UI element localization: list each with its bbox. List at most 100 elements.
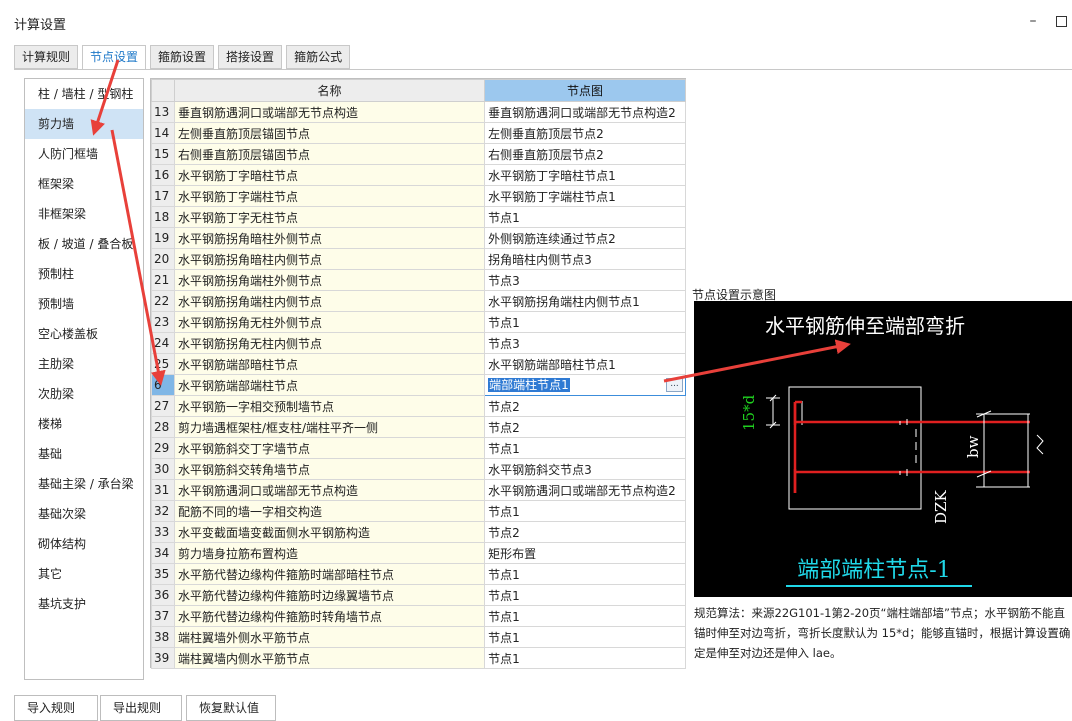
table-row[interactable]: 20 水平钢筋拐角暗柱内侧节点 拐角暗柱内侧节点3 (151, 248, 686, 270)
sidebar-item-slab[interactable]: 板 / 坡道 / 叠合板 (25, 229, 143, 259)
name-column-header[interactable]: 名称 (173, 79, 486, 102)
table-row[interactable]: 37 水平筋代替边缘构件箍筋时转角墙节点 节点1 (151, 605, 686, 627)
row-node[interactable]: 拐角暗柱内侧节点3 (484, 248, 686, 270)
row-index: 28 (151, 416, 175, 438)
tab-lap-settings[interactable]: 搭接设置 (218, 45, 283, 69)
minimize-button[interactable]: – (1022, 10, 1044, 32)
table-row[interactable]: 13 垂直钢筋遇洞口或端部无节点构造 垂直钢筋遇洞口或端部无节点构造2 (151, 101, 686, 123)
row-index: 27 (151, 395, 175, 417)
maximize-icon (1055, 16, 1067, 27)
row-name: 水平钢筋拐角无柱内侧节点 (173, 332, 486, 354)
row-name: 水平变截面墙变截面侧水平钢筋构造 (173, 521, 486, 543)
sidebar-item-civil-defense-door-wall[interactable]: 人防门框墙 (25, 139, 143, 169)
tab-node-settings[interactable]: 节点设置 (82, 45, 147, 70)
table-row[interactable]: 36 水平筋代替边缘构件箍筋时边缘翼墙节点 节点1 (151, 584, 686, 606)
row-node[interactable]: 节点2 (484, 416, 686, 438)
node-cell-value[interactable]: 端部端柱节点1 (488, 378, 570, 392)
sidebar-item-non-frame-beam[interactable]: 非框架梁 (25, 199, 143, 229)
row-node[interactable]: 水平钢筋丁字端柱节点1 (484, 185, 686, 207)
row-node[interactable]: 节点1 (484, 584, 686, 606)
row-index: 20 (151, 248, 175, 270)
row-node[interactable]: 水平钢筋丁字暗柱节点1 (484, 164, 686, 186)
row-node[interactable]: 节点1 (484, 500, 686, 522)
title-bar: 计算设置 – (0, 0, 1072, 40)
row-node[interactable]: 右侧垂直筋顶层节点2 (484, 143, 686, 165)
row-name: 水平筋代替边缘构件箍筋时边缘翼墙节点 (173, 584, 486, 606)
row-node[interactable]: 矩形布置 (484, 542, 686, 564)
tab-calc-rules[interactable]: 计算规则 (14, 45, 79, 69)
row-node[interactable]: 外侧钢筋连续通过节点2 (484, 227, 686, 249)
import-rules-button[interactable]: 导入规则 (14, 695, 98, 721)
table-row[interactable]: 30 水平钢筋斜交转角墙节点 水平钢筋斜交节点3 (151, 458, 686, 480)
row-node[interactable]: 垂直钢筋遇洞口或端部无节点构造2 (484, 101, 686, 123)
sidebar-item-stairs[interactable]: 楼梯 (25, 409, 143, 439)
table-row[interactable]: 14 左侧垂直筋顶层锚固节点 左侧垂直筋顶层节点2 (151, 122, 686, 144)
row-name: 水平钢筋一字相交预制墙节点 (173, 395, 486, 417)
table-row[interactable]: 16 水平钢筋丁字暗柱节点 水平钢筋丁字暗柱节点1 (151, 164, 686, 186)
table-row[interactable]: 22 水平钢筋拐角端柱内侧节点 水平钢筋拐角端柱内侧节点1 (151, 290, 686, 312)
row-node[interactable]: 左侧垂直筋顶层节点2 (484, 122, 686, 144)
maximize-button[interactable] (1050, 10, 1072, 32)
table-row[interactable]: 18 水平钢筋丁字无柱节点 节点1 (151, 206, 686, 228)
export-rules-button[interactable]: 导出规则 (100, 695, 182, 721)
table-row[interactable]: 27 水平钢筋一字相交预制墙节点 节点2 (151, 395, 686, 417)
sidebar-item-hollow-slab[interactable]: 空心楼盖板 (25, 319, 143, 349)
table-row[interactable]: 15 右侧垂直筋顶层锚固节点 右侧垂直筋顶层节点2 (151, 143, 686, 165)
node-diagram-drawing: 水平钢筋伸至端部弯折 bw 15*d DZK 端部端柱节点-1 (740, 314, 1044, 587)
sidebar-item-pit-support[interactable]: 基坑支护 (25, 589, 143, 619)
row-node[interactable]: 节点2 (484, 395, 686, 417)
row-node[interactable]: 节点1 (484, 311, 686, 333)
table-row[interactable]: 35 水平筋代替边缘构件箍筋时端部暗柱节点 节点1 (151, 563, 686, 585)
node-column-header[interactable]: 节点图 (484, 79, 686, 102)
sidebar-item-foundation[interactable]: 基础 (25, 439, 143, 469)
row-index: 30 (151, 458, 175, 480)
row-node[interactable]: 水平钢筋拐角端柱内侧节点1 (484, 290, 686, 312)
table-row[interactable]: 23 水平钢筋拐角无柱外侧节点 节点1 (151, 311, 686, 333)
sidebar-item-main-rib-beam[interactable]: 主肋梁 (25, 349, 143, 379)
row-node[interactable]: 水平钢筋斜交节点3 (484, 458, 686, 480)
table-row[interactable]: 17 水平钢筋丁字端柱节点 水平钢筋丁字端柱节点1 (151, 185, 686, 207)
table-row[interactable]: 25 水平钢筋端部暗柱节点 水平钢筋端部暗柱节点1 (151, 353, 686, 375)
row-node[interactable]: 水平钢筋遇洞口或端部无节点构造2 (484, 479, 686, 501)
table-row[interactable]: 38 端柱翼墙外侧水平筋节点 节点1 (151, 626, 686, 648)
table-row[interactable]: 21 水平钢筋拐角端柱外侧节点 节点3 (151, 269, 686, 291)
sidebar-item-other[interactable]: 其它 (25, 559, 143, 589)
sidebar-item-shear-wall[interactable]: 剪力墙 (25, 109, 143, 139)
sidebar-item-secondary-rib-beam[interactable]: 次肋梁 (25, 379, 143, 409)
sidebar-item-frame-beam[interactable]: 框架梁 (25, 169, 143, 199)
row-node[interactable]: 节点1 (484, 626, 686, 648)
sidebar-item-precast-column[interactable]: 预制柱 (25, 259, 143, 289)
table-row[interactable]: 31 水平钢筋遇洞口或端部无节点构造 水平钢筋遇洞口或端部无节点构造2 (151, 479, 686, 501)
table-row[interactable]: 24 水平钢筋拐角无柱内侧节点 节点3 (151, 332, 686, 354)
row-index: 36 (151, 584, 175, 606)
table-row[interactable]: 32 配筋不同的墙一字相交构造 节点1 (151, 500, 686, 522)
row-node[interactable]: 节点3 (484, 269, 686, 291)
table-row[interactable]: 39 端柱翼墙内侧水平筋节点 节点1 (151, 647, 686, 669)
row-node[interactable]: 水平钢筋端部暗柱节点1 (484, 353, 686, 375)
tab-stirrup-settings[interactable]: 箍筋设置 (150, 45, 215, 69)
restore-defaults-button[interactable]: 恢复默认值 (186, 695, 276, 721)
table-row-selected[interactable]: 6 水平钢筋端部端柱节点 端部端柱节点1... (151, 374, 686, 396)
row-name: 水平钢筋拐角端柱内侧节点 (173, 290, 486, 312)
ellipsis-button[interactable]: ... (666, 378, 683, 392)
node-cell-editor[interactable]: 端部端柱节点1... (484, 374, 686, 396)
table-row[interactable]: 19 水平钢筋拐角暗柱外侧节点 外侧钢筋连续通过节点2 (151, 227, 686, 249)
row-node[interactable]: 节点1 (484, 605, 686, 627)
table-row[interactable]: 33 水平变截面墙变截面侧水平钢筋构造 节点2 (151, 521, 686, 543)
row-node[interactable]: 节点1 (484, 437, 686, 459)
row-node[interactable]: 节点1 (484, 206, 686, 228)
sidebar-item-column[interactable]: 柱 / 墙柱 / 型钢柱 (25, 79, 143, 109)
sidebar-item-foundation-main-beam[interactable]: 基础主梁 / 承台梁 (25, 469, 143, 499)
table-row[interactable]: 29 水平钢筋斜交丁字墙节点 节点1 (151, 437, 686, 459)
table-row[interactable]: 34 剪力墙身拉筋布置构造 矩形布置 (151, 542, 686, 564)
tab-stirrup-formula[interactable]: 箍筋公式 (286, 45, 351, 69)
table-row[interactable]: 28 剪力墙遇框架柱/框支柱/端柱平齐一侧 节点2 (151, 416, 686, 438)
sidebar-item-foundation-secondary-beam[interactable]: 基础次梁 (25, 499, 143, 529)
row-node[interactable]: 节点2 (484, 521, 686, 543)
row-node[interactable]: 节点1 (484, 563, 686, 585)
row-node[interactable]: 节点1 (484, 647, 686, 669)
row-node[interactable]: 节点3 (484, 332, 686, 354)
sidebar-item-precast-wall[interactable]: 预制墙 (25, 289, 143, 319)
sidebar-item-masonry[interactable]: 砌体结构 (25, 529, 143, 559)
row-index: 32 (151, 500, 175, 522)
